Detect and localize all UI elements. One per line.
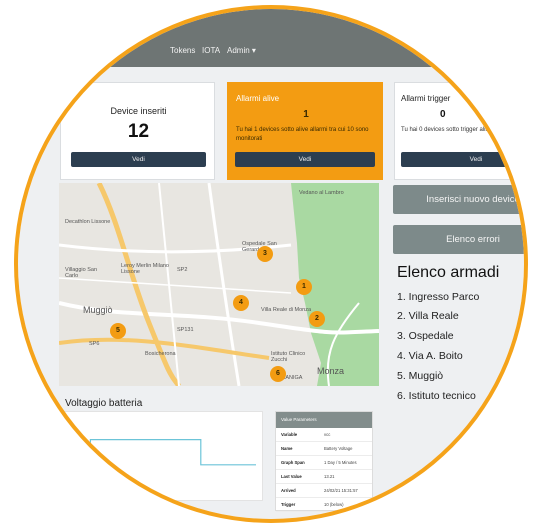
map-label: SP6 bbox=[89, 341, 100, 347]
card-allarmi-alive: Allarmi alive 1 Tu hai 1 devices sotto a… bbox=[227, 82, 383, 180]
card-device-inseriti: Device inseriti 12 Vedi bbox=[60, 82, 215, 180]
params-key: Last Value bbox=[281, 474, 302, 479]
params-value: 13.21 bbox=[324, 474, 335, 479]
map-label: Decathlon Lissone bbox=[65, 219, 111, 225]
navbar: Tokens IOTA Admin ▾ bbox=[18, 9, 524, 67]
map[interactable]: Vedano al Lambro Decathlon Lissone Villa… bbox=[59, 183, 379, 386]
map-label: Monza bbox=[317, 366, 345, 376]
map-marker[interactable]: 6 bbox=[270, 366, 286, 382]
card-text: Tu hai 1 devices sotto alive allarmi tra… bbox=[236, 127, 369, 142]
map-label: Vedano al Lambro bbox=[299, 190, 344, 196]
card-text: Tu hai 0 devices sotto trigger allarmi m… bbox=[401, 127, 524, 133]
nav-tokens[interactable]: Tokens bbox=[170, 46, 195, 55]
battery-chart-svg bbox=[72, 439, 256, 466]
nav-iota[interactable]: IOTA bbox=[202, 46, 220, 55]
armadi-item: 6. Istituto tecnico bbox=[397, 390, 476, 402]
battery-chart bbox=[63, 411, 263, 501]
params-key: Trigger bbox=[281, 502, 296, 507]
map-label: SP131 bbox=[177, 327, 194, 333]
errors-button[interactable]: Elenco errori bbox=[393, 225, 524, 254]
map-label: Muggiò bbox=[83, 305, 113, 315]
vedi-button[interactable]: Vedi bbox=[71, 152, 206, 167]
armadi-item: 3. Ospedale bbox=[397, 330, 454, 342]
nav-admin-dropdown[interactable]: Admin ▾ bbox=[227, 46, 256, 55]
armadi-item: 2. Villa Reale bbox=[397, 310, 459, 322]
params-row: Variable vcc bbox=[276, 428, 372, 442]
params-table: Value Parameters Variable vcc Name Batte… bbox=[275, 411, 373, 512]
add-device-button[interactable]: Inserisci nuovo device bbox=[393, 185, 524, 214]
map-marker[interactable]: 4 bbox=[233, 295, 249, 311]
card-value: 0 bbox=[440, 109, 446, 120]
params-row: Last Value 13.21 bbox=[276, 470, 372, 484]
params-value: vcc bbox=[324, 432, 331, 437]
series-line bbox=[72, 439, 256, 466]
map-marker[interactable]: 2 bbox=[309, 311, 325, 327]
params-key: Graph Span bbox=[281, 460, 305, 465]
params-value: 24/02/21 15:31:57 bbox=[324, 488, 358, 493]
params-row: Arrived 24/02/21 15:31:57 bbox=[276, 484, 372, 498]
card-title: Allarmi alive bbox=[236, 94, 280, 103]
map-label: Bosicherona bbox=[145, 351, 176, 357]
params-row: Graph Span 1 Day / 5 Minutes bbox=[276, 456, 372, 470]
map-label: Istituto Clinico Zucchi bbox=[271, 351, 306, 363]
screenshot-circle: Tokens IOTA Admin ▾ Device inseriti 12 V… bbox=[18, 9, 524, 519]
params-key: Arrived bbox=[281, 488, 296, 493]
armadi-item: 5. Muggiò bbox=[397, 370, 444, 382]
map-label: SP2 bbox=[177, 267, 188, 273]
params-value: Battery Voltage bbox=[324, 446, 353, 451]
params-row: Name Battery Voltage bbox=[276, 442, 372, 456]
vedi-button[interactable]: Vedi bbox=[235, 152, 375, 167]
params-value: 10 (below) bbox=[324, 502, 344, 507]
params-header: Value Parameters bbox=[276, 412, 372, 428]
card-value: 12 bbox=[127, 121, 150, 142]
card-title: Device inseriti bbox=[110, 106, 167, 116]
map-label: Leroy Merlin Milano Lissone bbox=[121, 263, 169, 275]
chart-title: Voltaggio batteria bbox=[65, 398, 143, 409]
params-row: Trigger 10 (below) bbox=[276, 498, 372, 512]
vedi-button[interactable]: Vedi bbox=[401, 152, 524, 167]
map-background bbox=[59, 183, 379, 386]
map-marker[interactable]: 1 bbox=[296, 279, 312, 295]
card-title: Allarmi trigger bbox=[401, 94, 451, 103]
armadi-title: Elenco armadi bbox=[397, 264, 500, 281]
map-marker[interactable]: 3 bbox=[257, 246, 273, 262]
map-marker[interactable]: 5 bbox=[110, 323, 126, 339]
params-value: 1 Day / 5 Minutes bbox=[324, 460, 357, 465]
params-key: Variable bbox=[281, 432, 298, 437]
params-key: Name bbox=[281, 446, 293, 451]
card-allarmi-trigger: Allarmi trigger 0 Tu hai 0 devices sotto… bbox=[394, 82, 524, 180]
armadi-item: 4. Via A. Boito bbox=[397, 350, 463, 362]
card-value: 1 bbox=[303, 109, 309, 120]
map-label: Villaggio San Carlo bbox=[65, 267, 98, 279]
armadi-item: 1. Ingresso Parco bbox=[397, 291, 480, 303]
map-label: Villa Reale di Monza bbox=[261, 307, 312, 313]
